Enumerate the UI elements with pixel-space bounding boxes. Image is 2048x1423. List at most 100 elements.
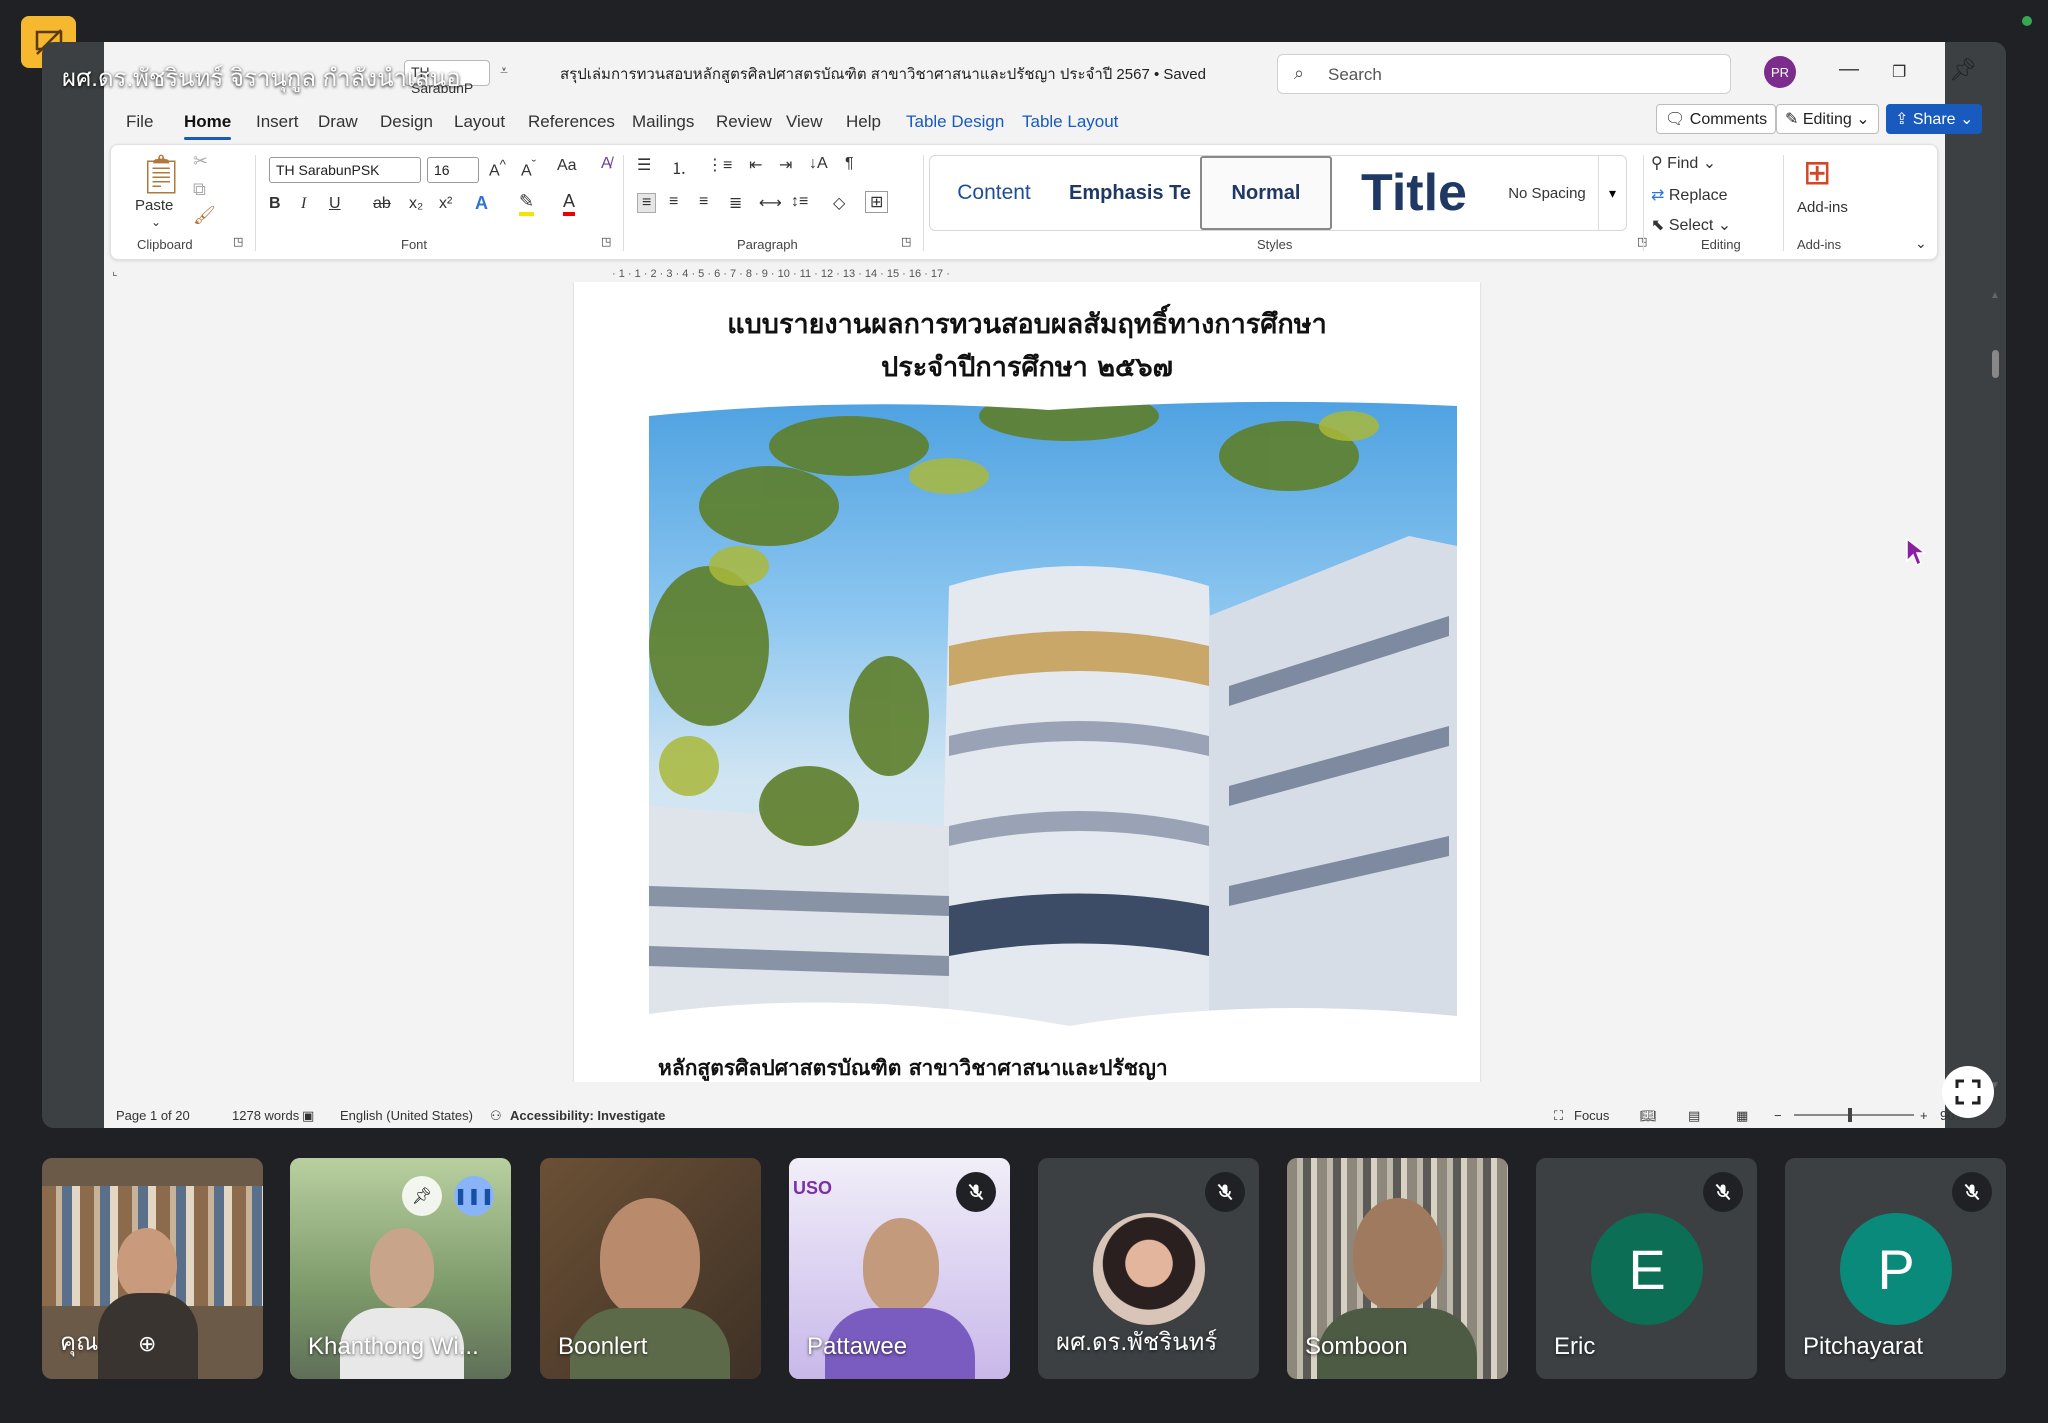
- doc-heading-line2[interactable]: ประจำปีการศึกษา ๒๕๖๗: [574, 345, 1480, 388]
- format-painter-icon[interactable]: 🖌︎: [193, 205, 216, 226]
- scroll-thumb[interactable]: [1992, 350, 1999, 378]
- fullscreen-icon[interactable]: [1942, 1066, 1994, 1118]
- tab-review[interactable]: Review: [716, 112, 772, 132]
- show-formatting-icon[interactable]: ¶: [845, 155, 854, 173]
- add-ins-icon[interactable]: ⊞: [1803, 153, 1832, 193]
- tab-insert[interactable]: Insert: [256, 112, 299, 132]
- tab-stop-selector-icon[interactable]: ⌞: [112, 264, 118, 278]
- scroll-up-icon[interactable]: ▲: [1990, 290, 2000, 301]
- style-normal[interactable]: Normal: [1200, 156, 1332, 230]
- word-count[interactable]: 1278 words: [232, 1108, 299, 1123]
- zoom-slider-handle[interactable]: [1848, 1108, 1852, 1122]
- increase-indent-icon[interactable]: ⇥: [779, 155, 792, 175]
- copy-icon[interactable]: ⧉: [193, 179, 206, 200]
- tab-design[interactable]: Design: [380, 112, 433, 132]
- document-title[interactable]: สรุปเล่มการทวนสอบหลักสูตรศิลปศาสตรบัณฑิต…: [560, 62, 1206, 86]
- bold-icon[interactable]: B: [269, 195, 281, 213]
- tab-help[interactable]: Help: [846, 112, 881, 132]
- paste-icon[interactable]: 📋︎: [137, 153, 185, 197]
- proofing-icon[interactable]: ▣: [302, 1108, 314, 1124]
- style-no-spacing[interactable]: No Spacing: [1492, 156, 1602, 230]
- read-mode-icon[interactable]: 📖︎: [1640, 1108, 1657, 1124]
- sort-icon[interactable]: ↓A: [809, 155, 828, 173]
- paragraph-launcher-icon[interactable]: ◳: [901, 235, 911, 248]
- participant-tile-somboon[interactable]: Somboon: [1287, 1158, 1508, 1379]
- accessibility-status[interactable]: Accessibility: Investigate: [510, 1108, 665, 1123]
- pin-icon[interactable]: 📌︎: [1949, 57, 1977, 83]
- style-title[interactable]: Title: [1336, 156, 1492, 230]
- doc-heading-line1[interactable]: แบบรายงานผลการทวนสอบผลสัมฤทธิ์ทางการศึกษ…: [574, 302, 1480, 345]
- web-layout-icon[interactable]: ▦: [1736, 1108, 1748, 1124]
- restore-icon[interactable]: ❐: [1892, 62, 1906, 82]
- strikethrough-icon[interactable]: ab: [373, 195, 391, 213]
- doc-program-line[interactable]: หลักสูตรศิลปศาสตรบัณฑิต สาขาวิชาศาสนาและ…: [658, 1052, 1168, 1082]
- print-layout-icon[interactable]: ▤: [1688, 1108, 1700, 1124]
- quick-access-more-icon[interactable]: ⩡: [500, 62, 508, 79]
- align-center-icon[interactable]: ≡: [669, 193, 678, 211]
- clear-formatting-icon[interactable]: A̸: [601, 155, 612, 173]
- align-right-icon[interactable]: ≡: [699, 193, 708, 211]
- document-page[interactable]: แบบรายงานผลการทวนสอบผลสัมฤทธิ์ทางการศึกษ…: [574, 282, 1480, 1082]
- add-ins-button[interactable]: Add-ins: [1797, 199, 1848, 216]
- select-button[interactable]: ⬉ Select ⌄: [1651, 215, 1731, 235]
- text-effects-icon[interactable]: A: [475, 193, 488, 214]
- tab-table-design[interactable]: Table Design: [906, 112, 1004, 132]
- cover-photo-building[interactable]: [649, 386, 1457, 1034]
- font-name-combo[interactable]: TH SarabunPSK: [269, 157, 421, 183]
- zoom-slider[interactable]: [1794, 1108, 1914, 1122]
- highlight-icon[interactable]: ✎: [519, 191, 535, 216]
- decrease-indent-icon[interactable]: ⇤: [749, 155, 762, 175]
- minimize-icon[interactable]: —: [1839, 58, 1859, 81]
- change-case-button[interactable]: Aa: [557, 157, 577, 175]
- bullets-icon[interactable]: ☰: [637, 155, 651, 175]
- line-spacing-icon[interactable]: ↕≡: [791, 193, 808, 211]
- clipboard-launcher-icon[interactable]: ◳: [233, 235, 243, 248]
- zoom-out-icon[interactable]: −: [1774, 1108, 1782, 1123]
- tab-home[interactable]: Home: [184, 112, 232, 140]
- zoom-in-icon[interactable]: +: [1920, 1108, 1928, 1123]
- tab-references[interactable]: References: [528, 112, 615, 132]
- borders-icon[interactable]: ⊞: [865, 191, 889, 213]
- tab-view[interactable]: View: [786, 112, 823, 132]
- grow-font-icon[interactable]: A^: [489, 157, 506, 180]
- tab-mailings[interactable]: Mailings: [632, 112, 694, 132]
- add-person-icon[interactable]: ⊕: [138, 1331, 172, 1365]
- font-launcher-icon[interactable]: ◳: [601, 235, 611, 248]
- user-avatar[interactable]: PR: [1764, 56, 1796, 88]
- multilevel-list-icon[interactable]: ⋮≡: [707, 155, 732, 175]
- ribbon-collapse-icon[interactable]: ⌄: [1915, 235, 1927, 252]
- style-content[interactable]: Content: [930, 156, 1058, 230]
- align-left-icon[interactable]: ≡: [637, 193, 657, 213]
- participant-tile-boonlert[interactable]: Boonlert: [540, 1158, 761, 1379]
- participant-tile-pitchayarat[interactable]: P Pitchayarat: [1785, 1158, 2006, 1379]
- vertical-scrollbar[interactable]: ▲ ▼: [1988, 290, 2002, 1100]
- superscript-icon[interactable]: x²: [439, 195, 452, 213]
- underline-icon[interactable]: U: [329, 195, 341, 213]
- tab-layout[interactable]: Layout: [454, 112, 505, 132]
- participant-tile-khanthong[interactable]: 📌︎ ❚❚❚ Khanthong Wi...: [290, 1158, 511, 1379]
- ruler[interactable]: ⌞ · 1 · 1 · 2 · 3 · 4 · 5 · 6 · 7 · 8 · …: [104, 264, 1945, 282]
- tab-table-layout[interactable]: Table Layout: [1022, 112, 1118, 132]
- tab-draw[interactable]: Draw: [318, 112, 358, 132]
- participant-tile-you[interactable]: คุณ ⊕: [42, 1158, 263, 1379]
- participant-tile-eric[interactable]: E Eric: [1536, 1158, 1757, 1379]
- italic-icon[interactable]: I: [301, 195, 306, 213]
- distributed-icon[interactable]: ⟷: [759, 193, 782, 213]
- find-button[interactable]: ⚲ Find ⌄: [1651, 153, 1716, 173]
- tab-file[interactable]: File: [126, 112, 153, 132]
- style-emphasis[interactable]: Emphasis Te: [1060, 156, 1200, 230]
- font-size-combo[interactable]: 16: [427, 157, 479, 183]
- editing-mode-button[interactable]: ✎ Editing ⌄: [1776, 104, 1879, 134]
- paste-dropdown-icon[interactable]: ⌄: [151, 215, 161, 229]
- subscript-icon[interactable]: x₂: [409, 195, 423, 213]
- document-canvas[interactable]: แบบรายงานผลการทวนสอบผลสัมฤทธิ์ทางการศึกษ…: [104, 282, 1945, 1082]
- language-status[interactable]: English (United States): [340, 1108, 473, 1123]
- focus-button[interactable]: Focus: [1574, 1108, 1609, 1123]
- shading-icon[interactable]: ◇: [833, 193, 845, 213]
- pin-icon[interactable]: 📌︎: [402, 1176, 442, 1216]
- participant-tile-pattawee[interactable]: USO Pattawee: [789, 1158, 1010, 1379]
- share-button[interactable]: ⇪ Share ⌄: [1886, 104, 1983, 134]
- search-box[interactable]: ⌕ Search: [1277, 54, 1731, 94]
- comments-button[interactable]: 🗨︎ Comments: [1656, 104, 1777, 134]
- font-color-icon[interactable]: A: [563, 191, 576, 216]
